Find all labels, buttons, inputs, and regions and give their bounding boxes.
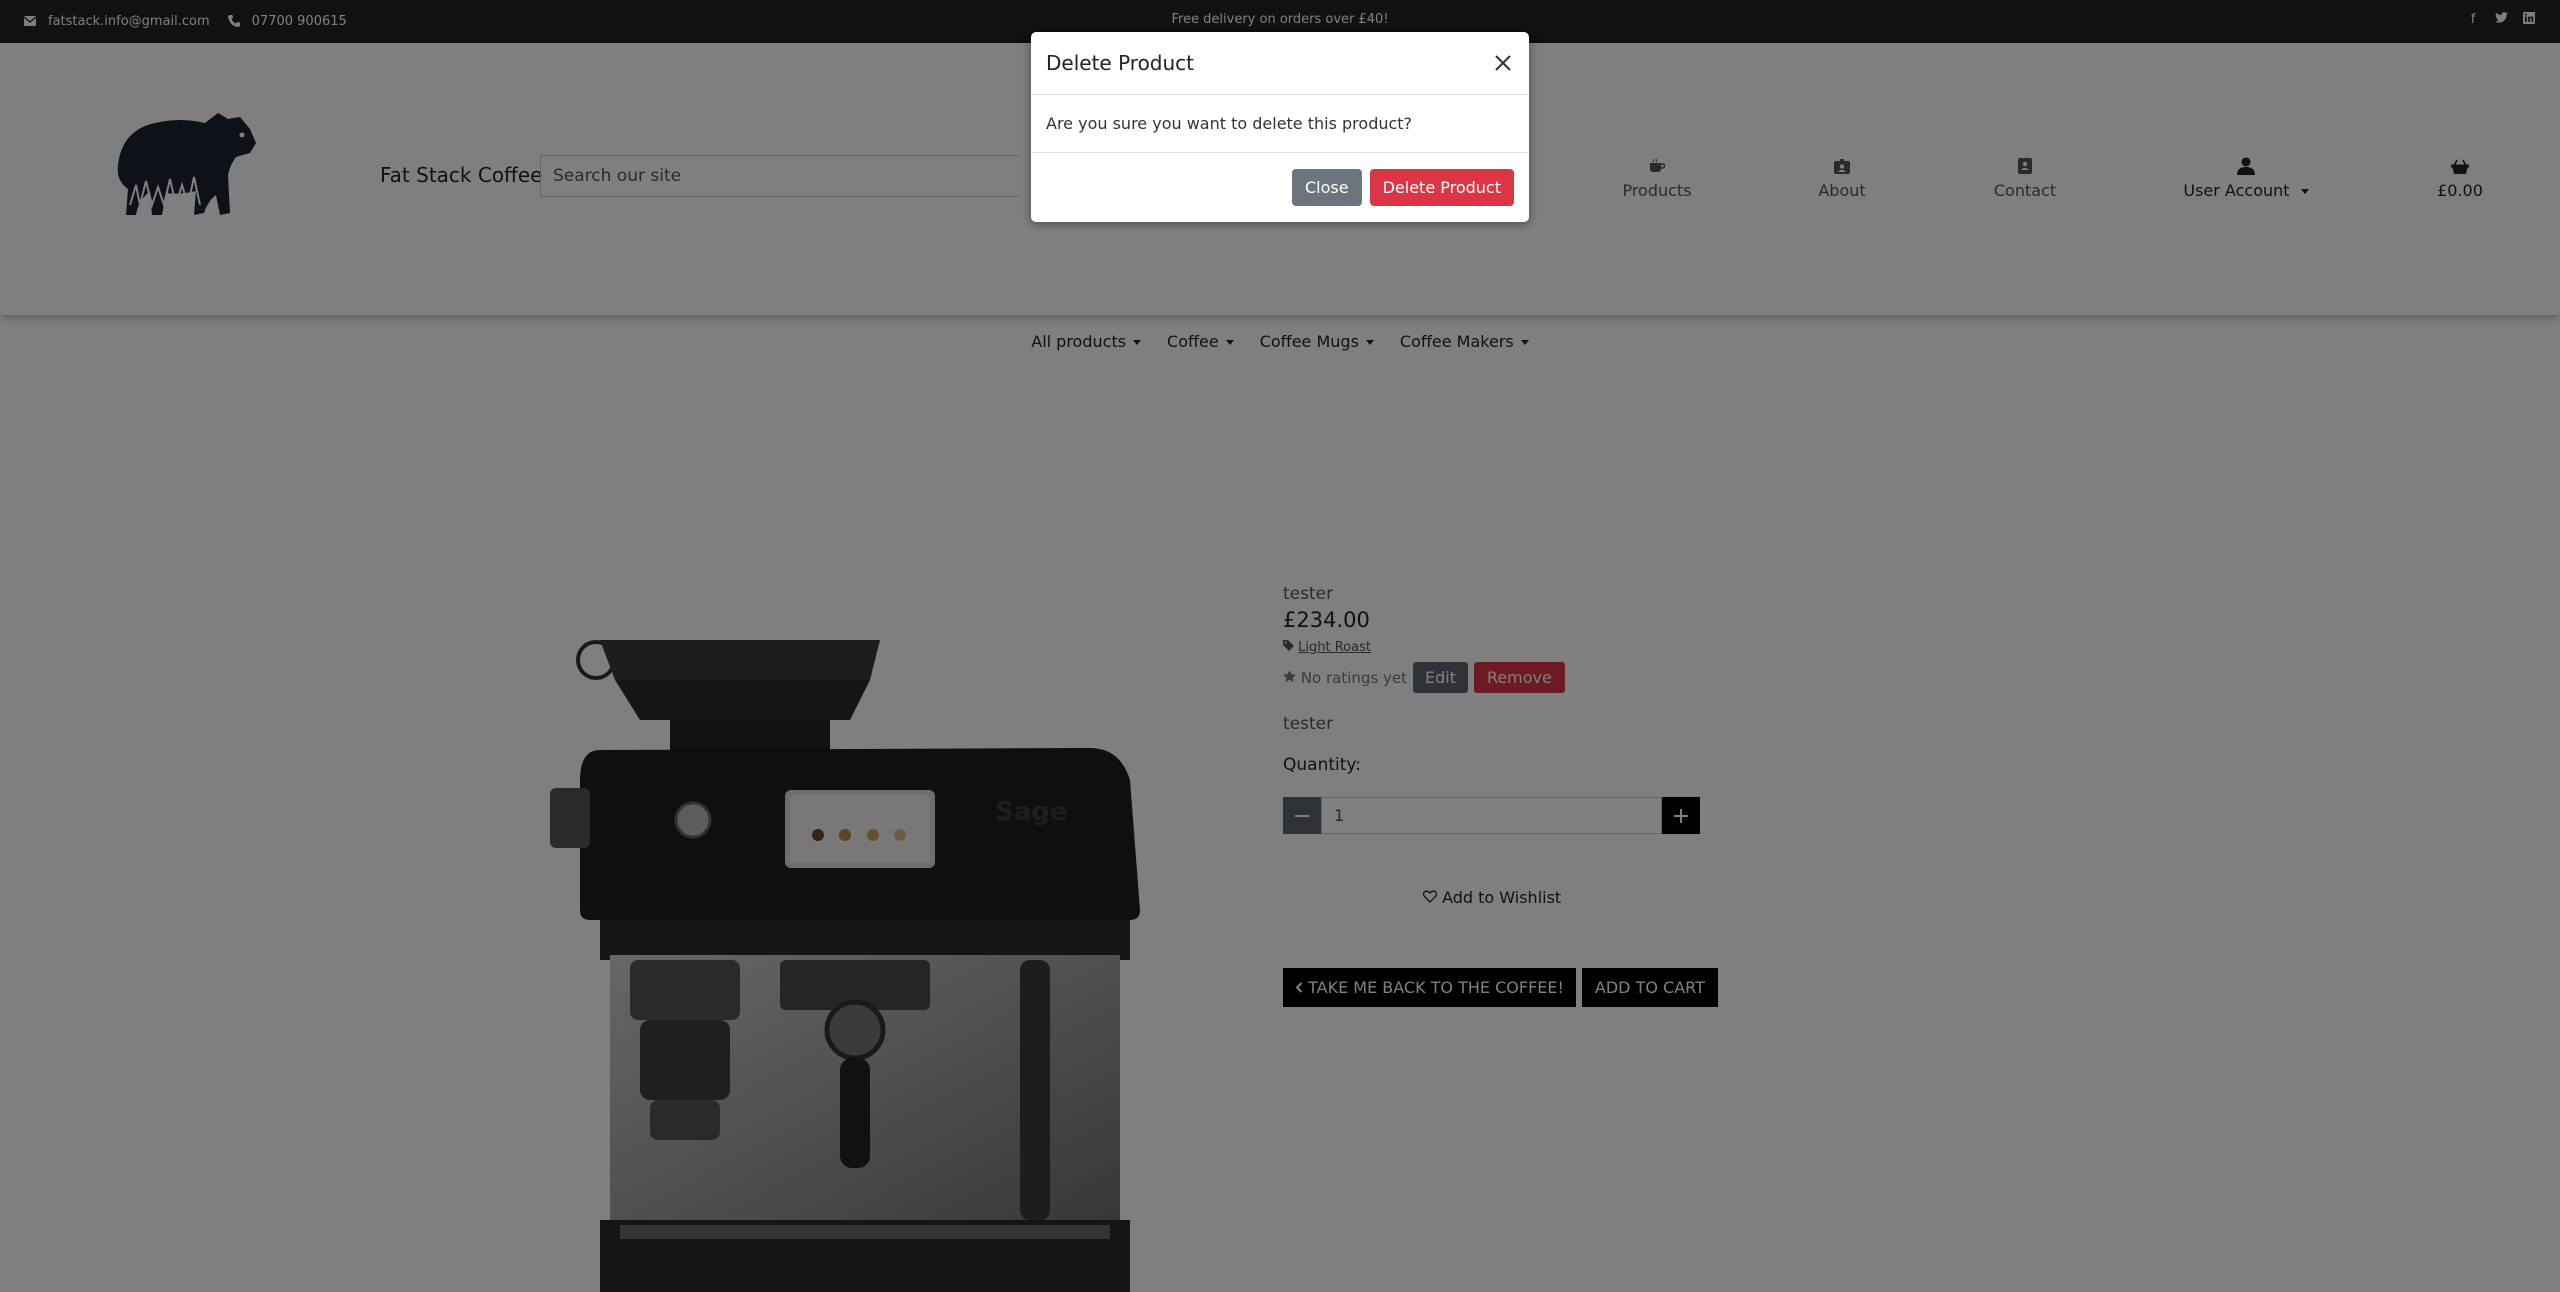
close-button[interactable]: Close (1292, 168, 1362, 206)
modal-title: Delete Product (1046, 51, 1195, 75)
modal-header: Delete Product (1031, 32, 1529, 95)
modal-body: Are you sure you want to delete this pro… (1031, 95, 1529, 153)
close-icon[interactable] (1492, 52, 1514, 74)
delete-product-button[interactable]: Delete Product (1369, 168, 1514, 206)
delete-product-modal: Delete Product Are you sure you want to … (1031, 32, 1529, 222)
modal-footer: Close Delete Product (1031, 153, 1529, 221)
